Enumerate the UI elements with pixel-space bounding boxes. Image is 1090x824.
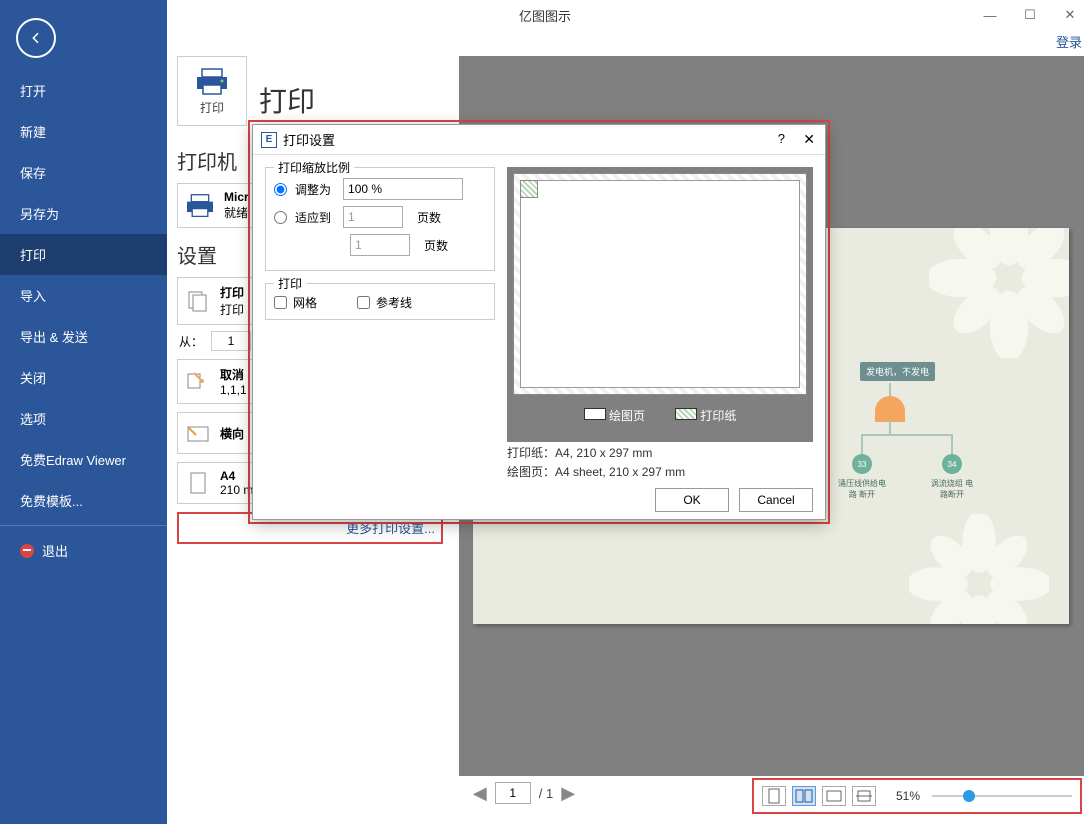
page-total: / 1 (539, 786, 553, 801)
guides-checkbox[interactable] (357, 296, 370, 309)
nav-saveas[interactable]: 另存为 (0, 193, 167, 234)
info-paper: 打印纸：A4, 210 x 297 mm (507, 444, 813, 461)
page-input[interactable] (495, 782, 531, 804)
maximize-button[interactable]: ☐ (1010, 0, 1050, 30)
nav-save[interactable]: 保存 (0, 152, 167, 193)
grid-checkbox[interactable] (274, 296, 287, 309)
nav-exit[interactable]: 退出 (0, 530, 167, 571)
close-button[interactable]: ✕ (1050, 0, 1090, 30)
print-button[interactable]: 打印 (177, 56, 247, 126)
ok-button[interactable]: OK (655, 488, 729, 512)
window-controls: — ☐ ✕ (970, 0, 1090, 30)
sidebar: 打开 新建 保存 另存为 打印 导入 导出 & 发送 关闭 选项 免费Edraw… (0, 0, 167, 824)
decor-flower-icon (909, 514, 1049, 624)
fit-width-icon (825, 789, 843, 803)
from-input[interactable] (211, 331, 251, 351)
dialog-title: 打印设置 (283, 130, 335, 149)
printer-name: Micr (224, 190, 249, 204)
printer-status: 就绪 (224, 204, 249, 221)
fit-to-radio[interactable] (274, 211, 287, 224)
view-fit-width-button[interactable] (822, 786, 846, 806)
print-settings-dialog: E 打印设置 ? ✕ 打印缩放比例 调整为 适应到 页数 (252, 124, 826, 520)
dialog-preview (513, 173, 807, 395)
back-button[interactable] (16, 18, 56, 58)
diagram-label: 涡流烧组 电路断开 (927, 478, 977, 500)
nav-divider (0, 525, 167, 526)
nav-print[interactable]: 打印 (0, 234, 167, 275)
scale-legend: 打印缩放比例 (274, 159, 354, 176)
nav-options[interactable]: 选项 (0, 398, 167, 439)
diagram-circle: 33 (852, 454, 872, 474)
view-controls-highlight: 51% (752, 778, 1082, 814)
dialog-help-button[interactable]: ? (778, 131, 785, 146)
nav-viewer[interactable]: 免费Edraw Viewer (0, 439, 167, 480)
adjust-to-value[interactable] (343, 178, 463, 200)
arrow-left-icon (27, 29, 45, 47)
zoom-slider[interactable] (932, 795, 1072, 797)
landscape-icon (186, 423, 210, 443)
app-icon: E (261, 132, 277, 148)
pages-label-2: 页数 (424, 237, 448, 254)
login-link[interactable]: 登录 (1056, 32, 1082, 51)
fit-to-label: 适应到 (295, 209, 331, 226)
minimize-button[interactable]: — (970, 0, 1010, 30)
print-button-label: 打印 (200, 99, 224, 116)
two-page-icon (795, 789, 813, 803)
cancel-button[interactable]: Cancel (739, 488, 813, 512)
print-legend: 打印 (274, 275, 306, 292)
app-title: 亿图图示 (519, 6, 571, 25)
zoom-level: 51% (896, 789, 920, 803)
info-page: 绘图页：A4 sheet, 210 x 297 mm (507, 463, 813, 480)
pages-label-1: 页数 (417, 209, 441, 226)
diagram-node: 发电机，不发电 (860, 362, 935, 381)
nav-open[interactable]: 打开 (0, 70, 167, 111)
dialog-titlebar: E 打印设置 ? ✕ (253, 125, 825, 155)
nav-templates[interactable]: 免费模板... (0, 480, 167, 521)
pages-icon (186, 289, 210, 313)
preview-legend: 绘图页 打印纸 (513, 403, 807, 428)
printer-icon (184, 193, 216, 219)
adjust-to-label: 调整为 (295, 181, 331, 198)
view-fit-page-button[interactable] (852, 786, 876, 806)
from-label: 从： (179, 333, 203, 350)
diagram-label: 涌压线供给电路 断开 (837, 478, 887, 500)
print-options-fieldset: 打印 网格 参考线 (265, 283, 495, 320)
page-icon (767, 788, 781, 804)
decor-flower-icon (929, 228, 1069, 358)
page-icon (188, 471, 208, 495)
prev-page-button[interactable]: ◀ (473, 783, 487, 804)
diagram-circle: 34 (942, 454, 962, 474)
fit-height-input[interactable] (350, 234, 410, 256)
printer-icon (194, 67, 230, 97)
page-navigation: ◀ / 1 ▶ (459, 782, 589, 804)
fit-page-icon (855, 789, 873, 803)
fit-width-input[interactable] (343, 206, 403, 228)
dialog-close-button[interactable]: ✕ (803, 131, 815, 148)
exit-label: 退出 (42, 541, 68, 560)
next-page-button[interactable]: ▶ (561, 783, 575, 804)
exit-icon (20, 544, 34, 558)
slider-thumb[interactable] (963, 790, 975, 802)
nav-new[interactable]: 新建 (0, 111, 167, 152)
view-two-page-button[interactable] (792, 786, 816, 806)
adjust-to-radio[interactable] (274, 183, 287, 196)
page-heading: 打印 (259, 80, 315, 120)
diagram-gate (875, 396, 905, 420)
nav-import[interactable]: 导入 (0, 275, 167, 316)
scale-fieldset: 打印缩放比例 调整为 适应到 页数 页数 (265, 167, 495, 271)
nav-close[interactable]: 关闭 (0, 357, 167, 398)
collate-icon (186, 370, 210, 394)
view-single-page-button[interactable] (762, 786, 786, 806)
nav-export[interactable]: 导出 & 发送 (0, 316, 167, 357)
